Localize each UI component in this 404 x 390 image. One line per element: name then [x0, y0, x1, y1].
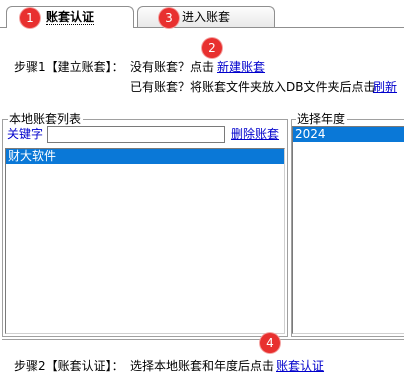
- step-marker-3: 3: [159, 8, 179, 28]
- delete-account-link[interactable]: 删除账套: [231, 127, 279, 141]
- keyword-search-input[interactable]: [47, 126, 225, 143]
- step2-label: 步骤2【账套认证】：: [14, 359, 124, 373]
- step1-label: 步骤1【建立账套】：: [14, 60, 124, 74]
- tab-account-auth-label: 账套认证: [45, 10, 94, 25]
- bottom-divider: [2, 339, 404, 340]
- step1-has-account-text: 已有账套？将账套文件夹放入DB文件夹后点击: [130, 80, 376, 94]
- step2-text: 选择本地账套和年度后点击: [130, 359, 275, 373]
- account-auth-window: 账套认证 进入账套 1 3 2 4 步骤1【建立账套】： 没有账套？点击 新建账…: [0, 0, 404, 390]
- step-marker-4: 4: [260, 333, 280, 353]
- tab-enter-account[interactable]: 进入账套: [137, 6, 275, 27]
- step-marker-1: 1: [20, 8, 40, 28]
- refresh-link[interactable]: 刷新: [373, 80, 397, 94]
- local-account-list[interactable]: 财大软件: [5, 148, 285, 334]
- account-auth-link[interactable]: 账套认证: [276, 359, 324, 373]
- list-item[interactable]: 财大软件: [6, 149, 284, 164]
- keyword-label: 关键字: [7, 127, 44, 141]
- tab-enter-account-label: 进入账套: [181, 10, 230, 24]
- new-account-link[interactable]: 新建账套: [217, 60, 265, 74]
- year-list[interactable]: 2024: [292, 126, 404, 334]
- year-group-title: 选择年度: [296, 112, 348, 126]
- step-marker-2: 2: [202, 38, 222, 58]
- list-item[interactable]: 2024: [293, 127, 404, 142]
- local-account-group-title: 本地账套列表: [8, 112, 84, 126]
- step1-no-account-text: 没有账套？点击: [130, 60, 215, 74]
